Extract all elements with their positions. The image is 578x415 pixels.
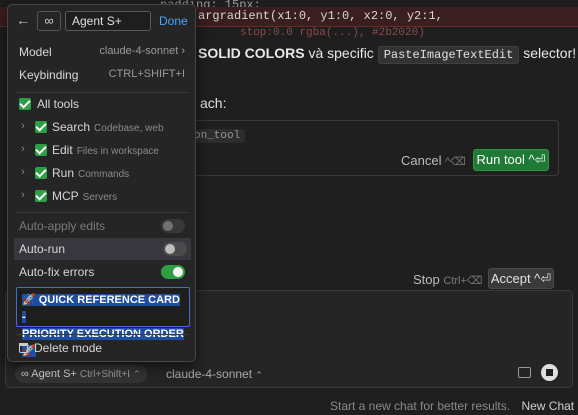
- divider: [16, 212, 189, 213]
- tool-label: Edit: [52, 143, 73, 157]
- tool-row-run[interactable]: › Run Commands: [8, 162, 195, 184]
- all-tools-label: All tools: [37, 97, 80, 111]
- stop-button[interactable]: Stop Ctrl+⌫: [413, 272, 482, 287]
- run-checkbox[interactable]: [35, 167, 47, 179]
- tool-row-mcp[interactable]: › MCP Servers: [8, 185, 195, 207]
- footer-hint-text: Start a new chat for better results.: [330, 399, 511, 413]
- tool-row-edit[interactable]: › Edit Files in workspace: [8, 139, 195, 161]
- keybinding-row[interactable]: Keybinding CTRL+SHIFT+I: [8, 64, 195, 86]
- stop-label: Stop: [413, 272, 440, 287]
- code-line-text: argradient(x1:0, y1:0, x2:0, y2:1,: [198, 9, 443, 23]
- model-row-value: claude-4-sonnet ›: [99, 45, 185, 57]
- done-button[interactable]: Done: [159, 14, 188, 28]
- chevron-right-icon[interactable]: ›: [21, 120, 25, 132]
- agent-mode-panel: ← ∞ Agent S+ Done Model claude-4-sonnet …: [7, 4, 196, 362]
- infinity-icon[interactable]: ∞: [37, 11, 61, 31]
- tool-sublabel: Codebase, web: [94, 123, 164, 134]
- message-text: ach:: [200, 95, 227, 111]
- model-row-label: Model: [19, 45, 52, 59]
- tool-sublabel: Files in workspace: [76, 146, 159, 157]
- agent-mode-selector[interactable]: ∞ Agent S+ Ctrl+Shift+I ⌃: [15, 365, 147, 383]
- message-text: và specific: [304, 45, 378, 61]
- run-tool-button[interactable]: Run tool ^⏎: [473, 149, 549, 171]
- trash-icon: [19, 343, 28, 353]
- message-text: selector!: [519, 45, 577, 61]
- mode-name-input[interactable]: Agent S+: [65, 11, 151, 31]
- model-value: claude-4-sonnet: [99, 45, 179, 57]
- inline-code: PasteImageTextEdit: [377, 46, 520, 64]
- generation-controls: Stop Ctrl+⌫ Accept ^⏎: [178, 268, 559, 290]
- auto-apply-label: Auto-apply edits: [19, 219, 106, 233]
- tool-label: Search: [52, 120, 91, 134]
- all-tools-row[interactable]: All tools: [8, 93, 195, 115]
- panel-header: ← ∞ Agent S+ Done: [8, 5, 195, 37]
- tool-label: MCP: [52, 189, 79, 203]
- cancel-button[interactable]: Cancel ^⌫: [401, 153, 466, 168]
- all-tools-checkbox[interactable]: [19, 98, 31, 110]
- chevron-up-icon: ⌃: [133, 369, 141, 379]
- cancel-label: Cancel: [401, 153, 442, 168]
- footer-hint: Start a new chat for better results. New…: [330, 399, 574, 413]
- stop-shortcut: Ctrl+⌫: [443, 275, 483, 287]
- back-arrow-icon[interactable]: ←: [16, 12, 30, 28]
- assistant-message: SOLID COLORS và specific PasteImageTextE…: [198, 45, 577, 64]
- image-icon[interactable]: [518, 367, 531, 378]
- chevron-right-icon[interactable]: ›: [21, 166, 25, 178]
- tool-call-card: on_tool Cancel ^⌫ Run tool ^⏎: [178, 120, 559, 176]
- keybinding-label: Keybinding: [19, 68, 79, 82]
- chevron-right-icon[interactable]: ›: [21, 189, 25, 201]
- tool-label: Run: [52, 166, 75, 180]
- delete-mode-button[interactable]: Delete mode: [19, 341, 102, 355]
- auto-fix-label: Auto-fix errors: [19, 265, 95, 279]
- mcp-checkbox[interactable]: [35, 190, 47, 202]
- auto-run-row[interactable]: Auto-run: [14, 238, 191, 260]
- tool-row-search[interactable]: › Search Codebase, web: [8, 116, 195, 138]
- chevron-up-icon: ⌃: [255, 370, 263, 380]
- model-selector[interactable]: claude-4-sonnet ⌃: [166, 367, 263, 381]
- auto-fix-toggle[interactable]: [161, 265, 185, 279]
- tool-sublabel: Servers: [82, 192, 118, 203]
- chevron-right-icon: ›: [181, 45, 185, 57]
- accept-button[interactable]: Accept ^⏎: [488, 268, 554, 289]
- divider: [16, 334, 189, 335]
- message-bold: SOLID COLORS: [198, 45, 305, 61]
- model-label: claude-4-sonnet: [166, 367, 253, 381]
- model-row[interactable]: Model claude-4-sonnet ›: [8, 41, 195, 63]
- auto-run-toggle[interactable]: [163, 242, 187, 256]
- cancel-shortcut: ^⌫: [445, 156, 466, 168]
- edit-checkbox[interactable]: [35, 144, 47, 156]
- delete-mode-label: Delete mode: [34, 341, 103, 355]
- agent-mode-label: ∞ Agent S+: [21, 368, 77, 380]
- stop-generation-button[interactable]: [541, 364, 558, 381]
- search-checkbox[interactable]: [35, 121, 47, 133]
- keybinding-value: CTRL+SHIFT+I: [108, 68, 185, 80]
- selected-text: 🚀 QUICK REFERENCE CARD -: [22, 294, 180, 323]
- tool-sublabel: Commands: [78, 169, 130, 180]
- code-line: stop:0.0 rgba(...), #2b2020): [240, 27, 425, 39]
- custom-instructions-input[interactable]: 🚀 QUICK REFERENCE CARD - PRIORITY EXECUT…: [16, 287, 190, 357]
- tool-name: on_tool: [189, 129, 246, 143]
- auto-fix-row[interactable]: Auto-fix errors: [8, 261, 195, 283]
- auto-apply-row: Auto-apply edits: [8, 215, 195, 237]
- agent-shortcut: Ctrl+Shift+I: [79, 369, 130, 380]
- chevron-right-icon[interactable]: ›: [21, 143, 25, 155]
- auto-run-label: Auto-run: [19, 242, 66, 256]
- new-chat-link[interactable]: New Chat: [521, 399, 574, 413]
- auto-apply-toggle[interactable]: [161, 219, 185, 233]
